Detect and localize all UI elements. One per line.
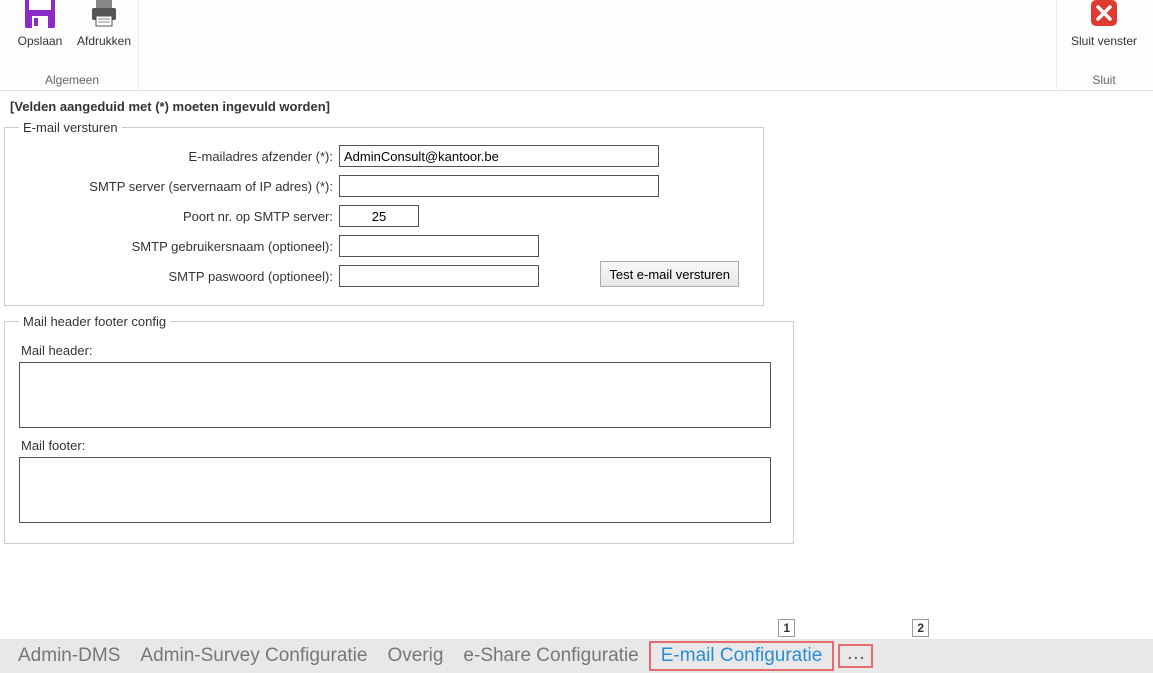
print-label: Afdrukken (77, 34, 131, 48)
close-icon (1089, 0, 1119, 33)
sender-label: E-mailadres afzender (*): (19, 149, 339, 164)
save-icon (23, 0, 57, 33)
app-window: Opslaan Afdrukken Algemeen (0, 0, 1153, 673)
smtp-user-input[interactable] (339, 235, 539, 257)
port-input[interactable] (339, 205, 419, 227)
port-label: Poort nr. op SMTP server: (19, 209, 339, 224)
tab-admin-dms[interactable]: Admin-DMS (8, 643, 130, 669)
mail-footer-textarea[interactable] (19, 457, 771, 523)
tab-more-button[interactable]: … (838, 644, 873, 668)
ribbon-group-right-label: Sluit (1065, 73, 1143, 90)
smtp-user-label: SMTP gebruikersnaam (optioneel): (19, 239, 339, 254)
smtp-pass-input[interactable] (339, 265, 539, 287)
save-button[interactable]: Opslaan (14, 0, 66, 73)
print-icon (87, 0, 121, 33)
tab-admin-survey[interactable]: Admin-Survey Configuratie (130, 643, 377, 669)
annotation-callout-1: 1 (778, 619, 795, 637)
tab-email-config[interactable]: E-mail Configuratie (649, 641, 835, 671)
ribbon-group-left-label: Algemeen (14, 73, 130, 90)
bottom-tab-bar: Admin-DMS Admin-Survey Configuratie Over… (0, 639, 1153, 673)
print-button[interactable]: Afdrukken (78, 0, 130, 73)
mail-config-legend: Mail header footer config (19, 314, 170, 329)
tab-eshare[interactable]: e-Share Configuratie (453, 643, 648, 669)
annotation-callout-2: 2 (912, 619, 929, 637)
ribbon-group-algemeen: Opslaan Afdrukken Algemeen (6, 0, 139, 90)
test-email-button[interactable]: Test e-mail versturen (600, 261, 739, 287)
close-window-button[interactable]: Sluit venster (1065, 0, 1143, 73)
smtp-server-input[interactable] (339, 175, 659, 197)
close-label: Sluit venster (1071, 34, 1137, 48)
ribbon-group-sluit: Sluit venster Sluit (1056, 0, 1147, 90)
required-fields-hint: [Velden aangeduid met (*) moeten ingevul… (4, 95, 1149, 118)
content-area: [Velden aangeduid met (*) moeten ingevul… (0, 91, 1153, 673)
mail-header-label: Mail header: (21, 343, 779, 358)
ribbon: Opslaan Afdrukken Algemeen (0, 0, 1153, 91)
mail-footer-label: Mail footer: (21, 438, 779, 453)
smtp-pass-label: SMTP paswoord (optioneel): (19, 269, 339, 284)
save-label: Opslaan (18, 34, 63, 48)
mail-header-textarea[interactable] (19, 362, 771, 428)
fieldset-email-send: E-mail versturen E-mailadres afzender (*… (4, 120, 764, 306)
smtp-server-label: SMTP server (servernaam of IP adres) (*)… (19, 179, 339, 194)
sender-input[interactable] (339, 145, 659, 167)
email-send-legend: E-mail versturen (19, 120, 122, 135)
tab-overig[interactable]: Overig (377, 643, 453, 669)
fieldset-mail-header-footer: Mail header footer config Mail header: M… (4, 314, 794, 544)
